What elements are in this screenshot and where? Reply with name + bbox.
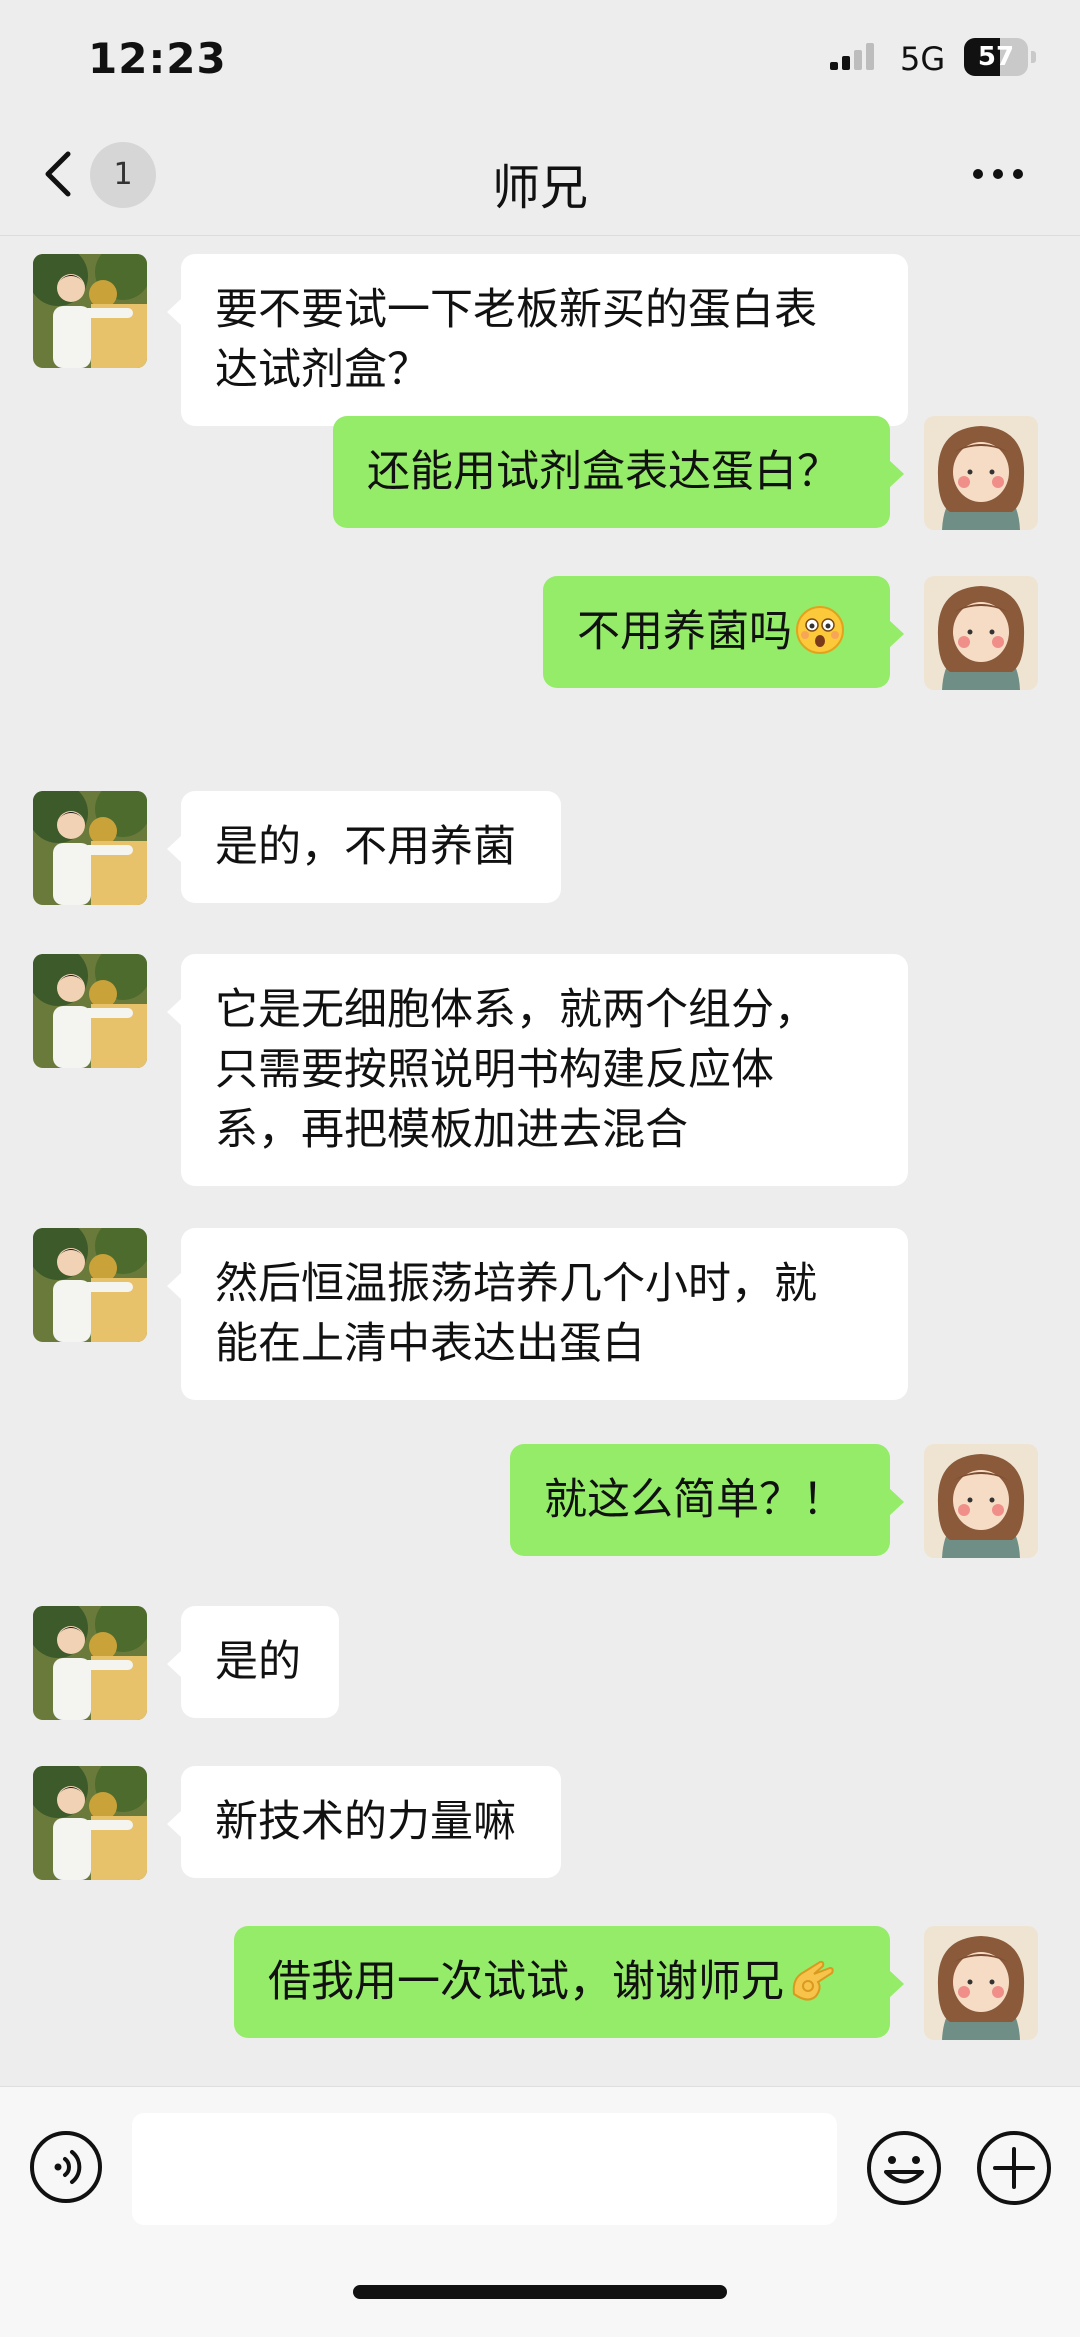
message-bubble[interactable]: 要不要试一下老板新买的蛋白表 达试剂盒？ (167, 254, 908, 426)
message-text: 要不要试一下老板新买的蛋白表 达试剂盒？ (215, 285, 817, 395)
message-text: 还能用试剂盒表达蛋白？ (367, 447, 840, 497)
battery-percent: 57 (977, 42, 1015, 72)
message-bubble[interactable]: 新技术的力量嘛 (167, 1766, 561, 1878)
unread-count-badge[interactable]: 1 (90, 142, 156, 208)
message-bubble[interactable]: 还能用试剂盒表达蛋白？ (333, 416, 904, 528)
home-indicator[interactable] (353, 2285, 727, 2299)
contact-avatar[interactable] (33, 1228, 147, 1342)
nav-bar: 1 师兄 (0, 120, 1080, 236)
message-input[interactable] (132, 2113, 837, 2225)
battery-tip (1031, 51, 1036, 63)
ok-hand-emoji-icon (792, 1960, 834, 2001)
message-text: 它是无细胞体系，就两个组分， 只需要按照说明书构建反应体 系，再把模板加进去混合 (215, 985, 817, 1155)
network-type-label: 5G (900, 40, 946, 78)
contact-avatar[interactable] (33, 954, 147, 1068)
message-bubble[interactable]: 就这么简单？！ (510, 1444, 904, 1556)
message-text: 然后恒温振荡培养几个小时，就 能在上清中表达出蛋白 (215, 1259, 817, 1369)
message-bubble[interactable]: 是的 (167, 1606, 339, 1718)
contact-avatar[interactable] (33, 1606, 147, 1720)
contact-avatar[interactable] (33, 1766, 147, 1880)
cellular-signal-icon (830, 43, 874, 70)
back-arrow-icon[interactable] (36, 144, 86, 204)
input-bar (0, 2086, 1080, 2337)
message-text: 新技术的力量嘛 (215, 1797, 516, 1847)
chat-screen: 12:23 5G 57 1 师兄 要不要试一下老板新买的蛋白表 达试剂盒？ 还能用… (0, 0, 1080, 2337)
battery-indicator: 57 (964, 38, 1036, 76)
my-avatar[interactable] (924, 576, 1038, 690)
message-text: 就这么简单？！ (544, 1475, 845, 1525)
message-text: 不用养菌吗 (577, 607, 792, 657)
my-avatar[interactable] (924, 416, 1038, 530)
add-more-icon[interactable] (975, 2129, 1053, 2207)
status-bar: 12:23 5G 57 (0, 0, 1080, 120)
my-avatar[interactable] (924, 1926, 1038, 2040)
message-list[interactable]: 要不要试一下老板新买的蛋白表 达试剂盒？ 还能用试剂盒表达蛋白？ 不用养菌吗是的，不… (0, 236, 1080, 2086)
contact-avatar[interactable] (33, 254, 147, 368)
message-bubble[interactable]: 借我用一次试试，谢谢师兄 (234, 1926, 904, 2038)
my-avatar[interactable] (924, 1444, 1038, 1558)
more-options-icon[interactable] (968, 154, 1028, 194)
status-time: 12:23 (88, 34, 227, 83)
message-bubble[interactable]: 它是无细胞体系，就两个组分， 只需要按照说明书构建反应体 系，再把模板加进去混合 (167, 954, 908, 1186)
message-bubble[interactable]: 是的，不用养菌 (167, 791, 561, 903)
message-bubble[interactable]: 不用养菌吗 (543, 576, 904, 688)
message-text: 借我用一次试试，谢谢师兄 (268, 1957, 784, 2007)
contact-avatar[interactable] (33, 791, 147, 905)
message-text: 是的，不用养菌 (215, 822, 516, 872)
chat-title: 师兄 (491, 160, 588, 216)
emoji-icon[interactable] (865, 2129, 943, 2207)
voice-input-icon[interactable] (28, 2129, 104, 2205)
message-bubble[interactable]: 然后恒温振荡培养几个小时，就 能在上清中表达出蛋白 (167, 1228, 908, 1400)
astonished-face-emoji-icon (796, 606, 844, 654)
message-text: 是的 (215, 1637, 301, 1687)
